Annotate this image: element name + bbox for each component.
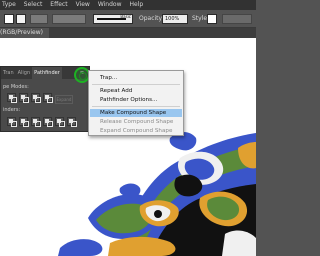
menu-effect[interactable]: Effect (46, 0, 71, 10)
tab-pathfinder[interactable]: Pathfinder (32, 67, 62, 79)
variable-width-field[interactable] (52, 14, 86, 24)
shape-modes-label: pe Modes: (3, 84, 29, 90)
menu-item-repeat-add[interactable]: Repeat Add (90, 87, 182, 95)
unite-icon[interactable] (7, 93, 17, 103)
exclude-icon[interactable] (43, 93, 53, 103)
menu-window[interactable]: Window (94, 0, 126, 10)
document-setup-button[interactable] (222, 14, 252, 24)
fill-swatch[interactable] (4, 14, 14, 24)
menu-item-expand-compound-shape[interactable]: Expand Compound Shape (90, 127, 182, 135)
menu-divider (92, 106, 180, 107)
opacity-field[interactable]: 100% (162, 14, 188, 24)
opacity-label: Opacity: (139, 15, 164, 22)
brush-definition-dropdown[interactable]: Basic (93, 14, 133, 24)
menu-help[interactable]: Help (126, 0, 148, 10)
document-tab-bar: (RGB/Preview) (0, 28, 256, 38)
minus-front-icon[interactable] (19, 93, 29, 103)
menu-divider (92, 84, 180, 85)
intersect-icon[interactable] (31, 93, 41, 103)
menu-view[interactable]: View (72, 0, 94, 10)
trim-icon[interactable] (19, 117, 29, 127)
document-tab[interactable]: (RGB/Preview) (0, 28, 49, 38)
merge-icon[interactable] (31, 117, 41, 127)
stroke-swatch[interactable] (16, 14, 26, 24)
graphic-style-swatch[interactable] (207, 14, 217, 24)
pathfinders-label: inders: (3, 107, 21, 113)
minus-back-icon[interactable] (67, 117, 77, 127)
outline-icon[interactable] (55, 117, 65, 127)
pathfinder-flyout-menu: Trap... Repeat Add Pathfinder Options...… (88, 70, 184, 136)
divide-icon[interactable] (7, 117, 17, 127)
menu-select[interactable]: Select (20, 0, 47, 10)
crop-icon[interactable] (43, 117, 53, 127)
artwork-shapes (58, 132, 256, 256)
tab-align[interactable]: Align (16, 67, 33, 79)
tab-transform[interactable]: Tran (1, 67, 16, 79)
menu-item-make-compound-shape[interactable]: Make Compound Shape (90, 109, 182, 117)
menu-item-pathfinder-options[interactable]: Pathfinder Options... (90, 96, 182, 104)
expand-button[interactable]: Expand (55, 95, 73, 104)
menu-bar: Type Select Effect View Window Help (0, 0, 256, 10)
stroke-style-label: Basic (120, 14, 131, 19)
menu-item-trap[interactable]: Trap... (90, 74, 182, 82)
control-bar: Basic Opacity: 100% Style: (0, 10, 256, 28)
menu-type[interactable]: Type (0, 0, 20, 10)
stroke-weight-field[interactable] (30, 14, 48, 24)
menu-item-release-compound-shape[interactable]: Release Compound Shape (90, 118, 182, 126)
